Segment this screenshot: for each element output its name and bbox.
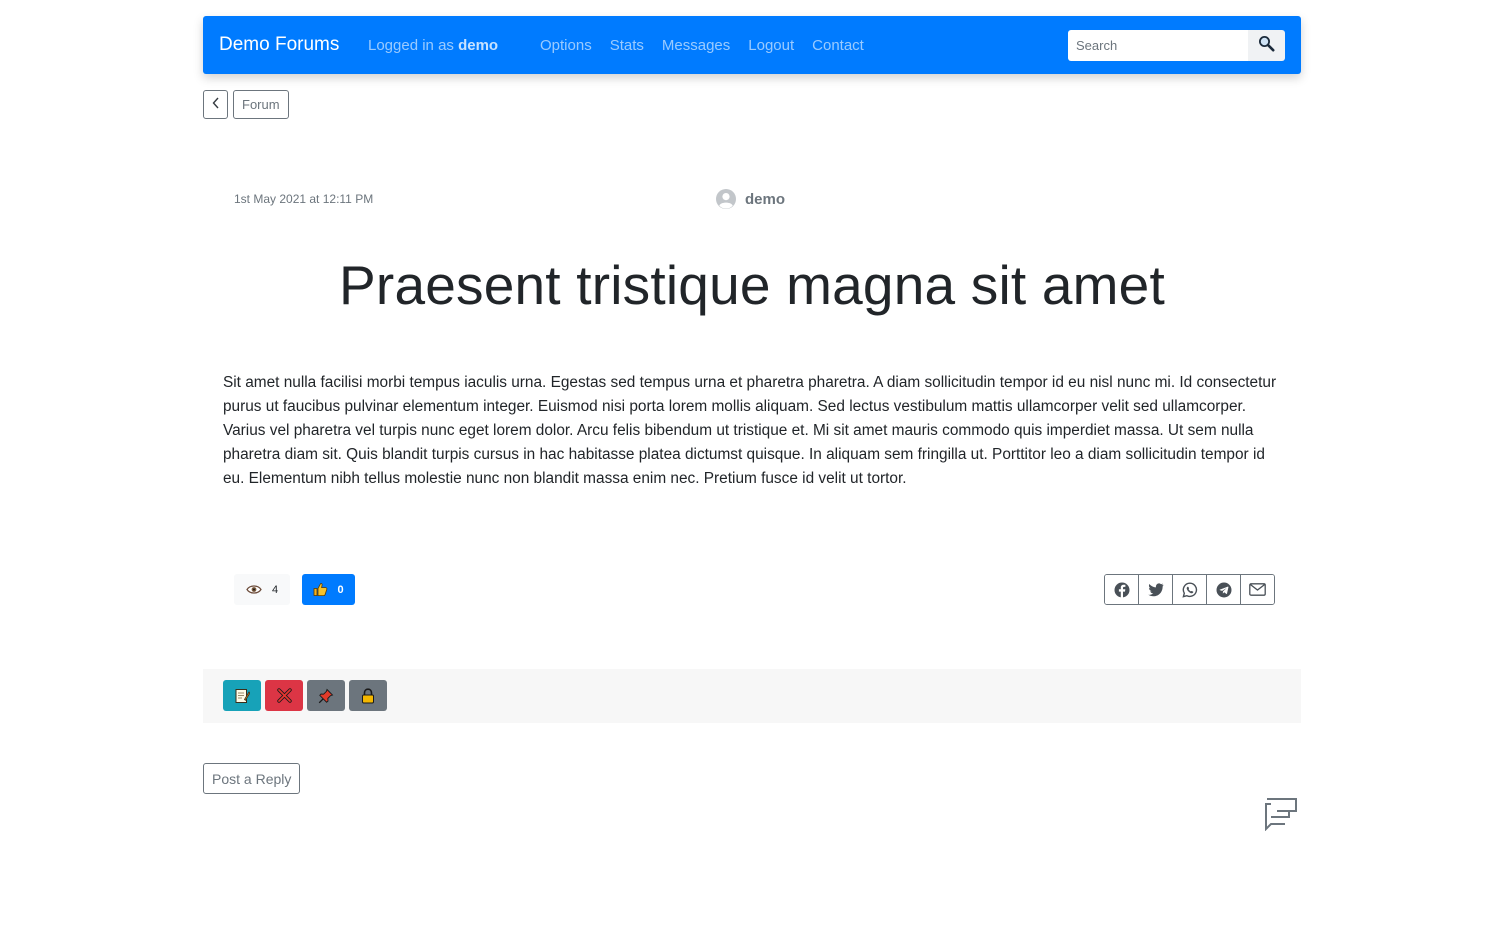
breadcrumb-forum[interactable]: Forum <box>233 90 289 119</box>
pin-icon <box>318 688 334 704</box>
like-button[interactable]: 0 <box>302 574 355 605</box>
brand-title[interactable]: Demo Forums <box>219 34 339 56</box>
post-title: Praesent tristique magna sit amet <box>339 254 1165 316</box>
edit-post-button[interactable] <box>223 680 261 711</box>
top-navbar: Demo Forums Logged in as demo Options St… <box>203 16 1301 74</box>
whatsapp-icon <box>1181 581 1198 598</box>
nav-link-messages[interactable]: Messages <box>662 37 730 54</box>
view-count: 4 <box>271 583 279 596</box>
edit-icon <box>234 688 250 704</box>
magnifier-icon <box>1258 35 1275 57</box>
moderation-bar <box>203 669 1301 723</box>
pin-post-button[interactable] <box>307 680 345 711</box>
facebook-icon <box>1114 582 1130 598</box>
post-reply-button[interactable]: Post a Reply <box>203 763 301 794</box>
share-telegram-button[interactable] <box>1207 575 1241 604</box>
share-twitter-button[interactable] <box>1139 575 1173 604</box>
search-button[interactable] <box>1248 30 1285 61</box>
post-date: 1st May 2021 at 12:11 PM <box>234 192 374 206</box>
eye-icon <box>246 584 262 595</box>
user-avatar-icon <box>716 189 736 209</box>
like-count: 0 <box>337 583 344 596</box>
search-form <box>1068 30 1285 61</box>
post-author[interactable]: demo <box>716 189 785 209</box>
logged-in-status: Logged in as demo <box>368 37 498 54</box>
telegram-icon <box>1216 582 1232 598</box>
lock-thread-button[interactable] <box>349 680 387 711</box>
forum-logo-icon <box>1263 797 1299 836</box>
thumbs-up-icon <box>313 582 328 597</box>
breadcrumb: Forum <box>203 90 289 119</box>
nav-link-options[interactable]: Options <box>540 37 592 54</box>
logged-in-prefix: Logged in as <box>368 37 454 54</box>
nav-links: Options Stats Messages Logout Contact <box>540 37 864 54</box>
nav-link-logout[interactable]: Logout <box>748 37 794 54</box>
email-icon <box>1249 583 1266 596</box>
share-button-group <box>1104 574 1275 605</box>
back-button[interactable] <box>203 90 228 119</box>
post-body: Sit amet nulla facilisi morbi tempus iac… <box>223 374 1277 487</box>
lock-icon <box>361 687 375 704</box>
nav-link-stats[interactable]: Stats <box>610 37 644 54</box>
nav-link-contact[interactable]: Contact <box>812 37 864 54</box>
share-facebook-button[interactable] <box>1105 575 1139 604</box>
chevron-left-icon <box>212 97 220 112</box>
delete-icon <box>276 688 292 703</box>
delete-post-button[interactable] <box>265 680 303 711</box>
share-email-button[interactable] <box>1241 575 1274 604</box>
share-whatsapp-button[interactable] <box>1173 575 1207 604</box>
twitter-icon <box>1147 582 1164 597</box>
view-count-badge: 4 <box>234 574 290 605</box>
search-input[interactable] <box>1068 30 1248 61</box>
moderation-buttons <box>223 680 387 711</box>
logged-in-username[interactable]: demo <box>458 37 498 54</box>
post-author-name: demo <box>745 190 786 208</box>
